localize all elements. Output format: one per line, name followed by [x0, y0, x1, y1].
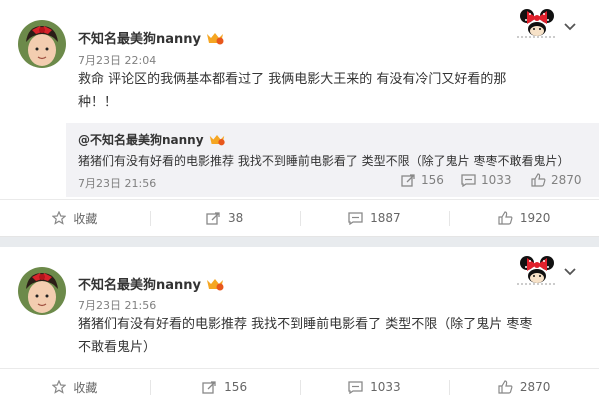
post-text: 救命 评论区的我俩基本都看过了 我俩电影大王来的 有没有冷门又好看的那 种！！ — [78, 68, 578, 114]
favorite-button[interactable]: 收藏 — [0, 200, 150, 236]
favorite-label: 收藏 — [73, 211, 98, 226]
post-time[interactable]: 7月23日 21:56 — [78, 297, 156, 313]
comment-button[interactable]: 1887 — [299, 200, 450, 236]
like-count: 1920 — [519, 211, 551, 225]
comment-icon — [461, 173, 476, 187]
forward-icon — [401, 173, 415, 187]
minnie-mouse-decoration-icon — [515, 253, 559, 287]
chevron-down-icon[interactable] — [563, 20, 577, 34]
action-bar: 收藏 38 1887 1920 — [0, 199, 599, 236]
repost-nickname-text[interactable]: @不知名最美狗nanny — [78, 133, 204, 147]
favorite-label: 收藏 — [73, 380, 98, 395]
forward-count: 38 — [227, 211, 244, 225]
comment-icon — [348, 380, 363, 394]
repost-like-count: 2870 — [551, 173, 582, 187]
chevron-down-icon[interactable] — [563, 265, 577, 279]
repost-time[interactable]: 7月23日 21:56 — [78, 175, 156, 191]
nickname[interactable]: 不知名最美狗nanny — [78, 274, 225, 293]
like-count: 2870 — [519, 380, 551, 394]
weibo-post: 不知名最美狗nanny 7月23日 22:04 救命 评论区的我俩基本都看过了 … — [0, 0, 599, 237]
post-text-line: 不敢看鬼片） — [78, 340, 157, 355]
like-button[interactable]: 1920 — [449, 200, 599, 236]
comment-button[interactable]: 1033 — [299, 369, 450, 405]
repost-forward-button[interactable]: 156 — [401, 173, 444, 187]
weibo-post: 不知名最美狗nanny 7月23日 21:56 猪猪们有没有好看的电影推荐 我找… — [0, 247, 599, 406]
reposted-content[interactable]: @不知名最美狗nanny 猪猪们有没有好看的电影推荐 我找不到睡前电影看了 类型… — [66, 123, 599, 197]
comment-count: 1033 — [370, 380, 401, 394]
repost-text: 猪猪们有没有好看的电影推荐 我找不到睡前电影看了 类型不限（除了鬼片 枣枣不敢看… — [78, 154, 570, 168]
post-text-line: 猪猪们有没有好看的电影推荐 我找不到睡前电影看了 类型不限（除了鬼片 枣枣 — [78, 317, 533, 332]
post-text: 猪猪们有没有好看的电影推荐 我找不到睡前电影看了 类型不限（除了鬼片 枣枣 不敢… — [78, 313, 578, 359]
post-text-line: 种！！ — [78, 95, 118, 110]
vip-badge-icon — [205, 277, 225, 291]
repost-comment-count: 1033 — [481, 173, 512, 187]
thumbs-up-icon — [498, 211, 513, 225]
forward-icon — [206, 211, 220, 225]
vip-badge-icon — [205, 31, 225, 45]
avatar[interactable] — [18, 267, 66, 315]
post-time[interactable]: 7月23日 22:04 — [78, 52, 156, 68]
repost-nickname[interactable]: @不知名最美狗nanny — [78, 131, 226, 148]
forward-button[interactable]: 38 — [149, 200, 300, 236]
star-icon — [52, 380, 67, 394]
like-button[interactable]: 2870 — [449, 369, 599, 405]
repost-like-button[interactable]: 2870 — [531, 173, 582, 187]
vip-badge-icon — [208, 133, 226, 146]
star-icon — [52, 211, 67, 225]
thumbs-up-icon — [531, 173, 546, 187]
forward-count: 156 — [224, 380, 248, 394]
favorite-button[interactable]: 收藏 — [0, 369, 150, 405]
nickname-text[interactable]: 不知名最美狗nanny — [78, 278, 201, 293]
minnie-mouse-decoration-icon — [515, 6, 559, 40]
comment-icon — [348, 211, 363, 225]
thumbs-up-icon — [498, 380, 513, 394]
forward-icon — [202, 380, 216, 394]
repost-comment-button[interactable]: 1033 — [461, 173, 512, 187]
action-bar: 收藏 156 1033 2870 — [0, 368, 599, 405]
comment-count: 1887 — [370, 211, 401, 225]
nickname-text[interactable]: 不知名最美狗nanny — [78, 32, 201, 47]
nickname[interactable]: 不知名最美狗nanny — [78, 28, 225, 47]
forward-button[interactable]: 156 — [149, 369, 300, 405]
avatar[interactable] — [18, 20, 66, 68]
post-text-line: 救命 评论区的我俩基本都看过了 我俩电影大王来的 有没有冷门又好看的那 — [78, 72, 507, 87]
repost-forward-count: 156 — [421, 173, 444, 187]
